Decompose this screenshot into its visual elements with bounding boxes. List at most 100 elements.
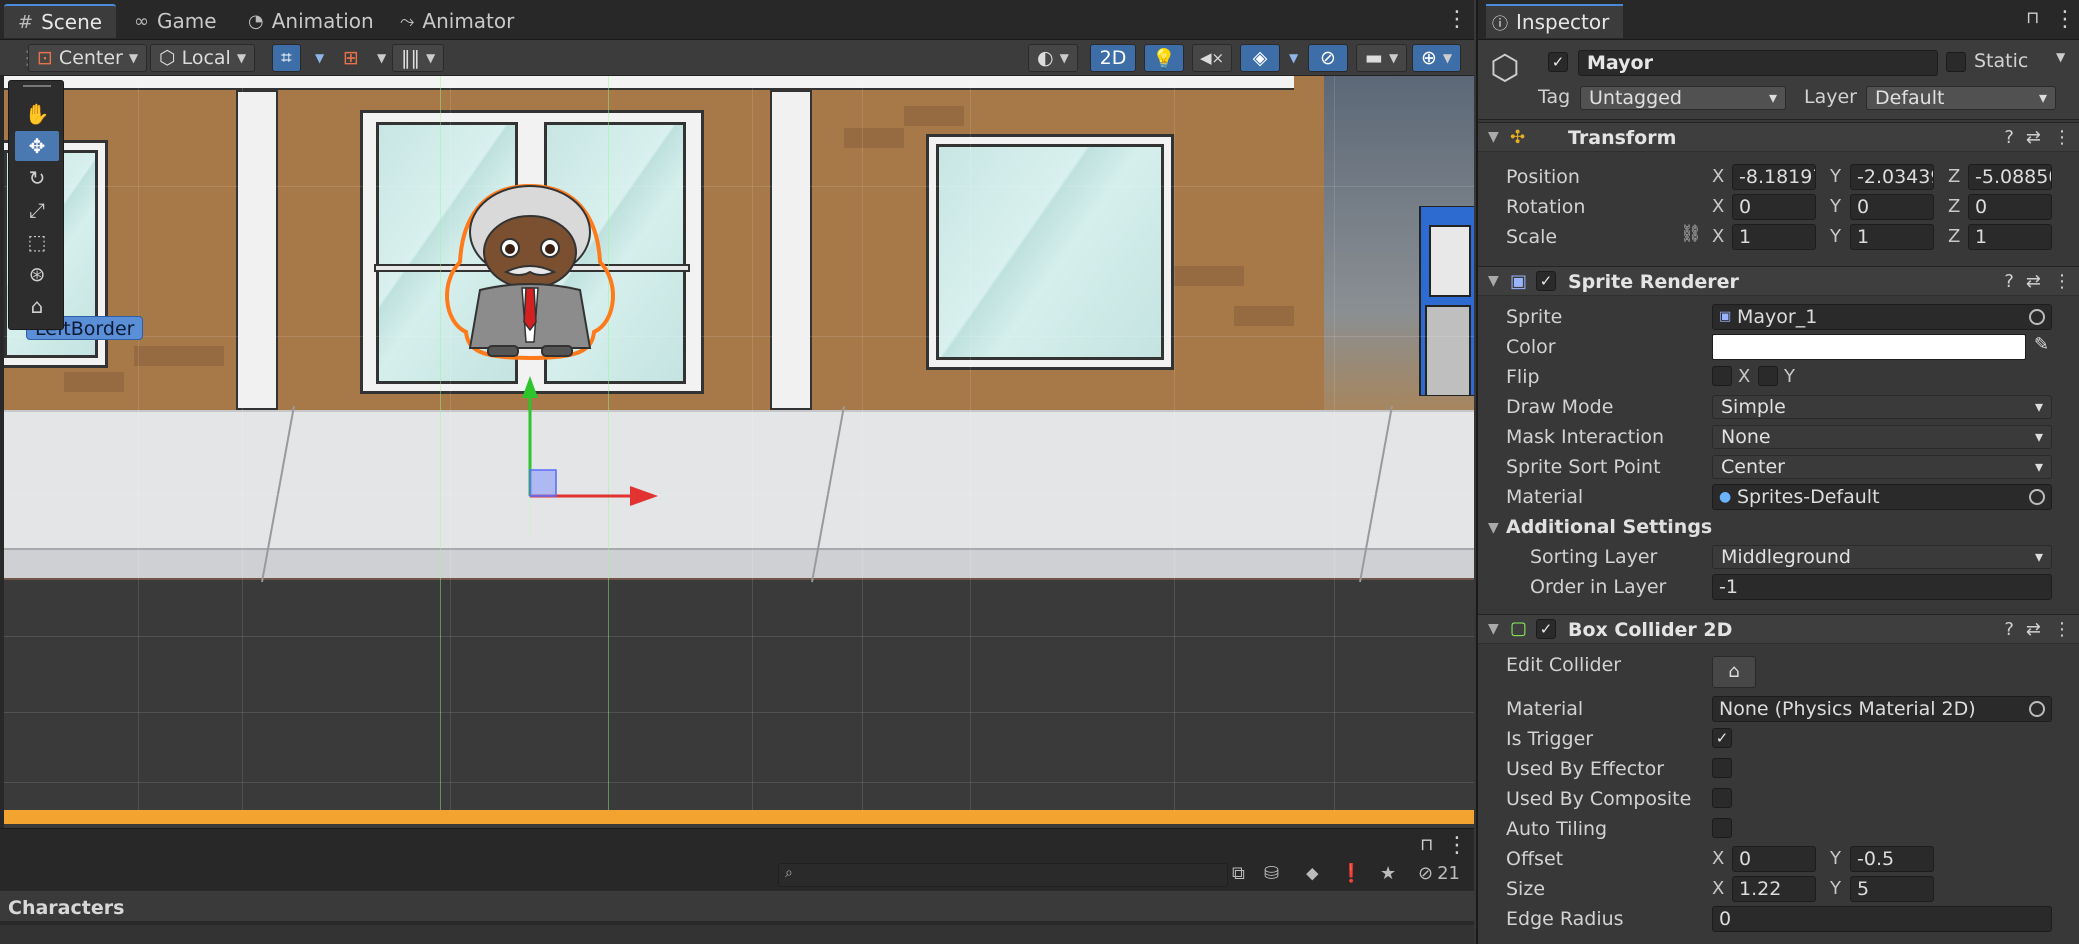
- grid-snap-dropdown[interactable]: ▼: [306, 44, 333, 72]
- physics-material-field[interactable]: None (Physics Material 2D): [1712, 696, 2052, 722]
- transform-tool-button[interactable]: ⊛: [15, 259, 59, 289]
- sprite-renderer-header[interactable]: ▼ ▣ ✓ Sprite Renderer ? ⇄ ⋮: [1478, 266, 2079, 296]
- object-picker-icon[interactable]: [2029, 701, 2045, 717]
- offset-y-field[interactable]: -0.5: [1850, 846, 1934, 872]
- used-by-composite-checkbox[interactable]: [1712, 788, 1732, 808]
- more-options-icon[interactable]: ⋮: [2053, 271, 2071, 292]
- edge-radius-field[interactable]: 0: [1712, 906, 2052, 932]
- breadcrumb-folder[interactable]: Characters: [8, 897, 124, 919]
- help-icon[interactable]: ?: [2004, 127, 2014, 148]
- audio-toggle-button[interactable]: ◀×: [1192, 44, 1232, 72]
- constrain-proportions-icon[interactable]: ⛓: [1680, 224, 1702, 244]
- color-swatch[interactable]: [1712, 334, 2026, 360]
- space-dropdown[interactable]: ⬡ Local ▼: [150, 44, 256, 72]
- offset-x-field[interactable]: 0: [1732, 846, 1816, 872]
- tab-inspector[interactable]: ⓘ Inspector: [1486, 4, 1624, 38]
- flip-y-checkbox[interactable]: [1758, 366, 1778, 386]
- is-trigger-checkbox[interactable]: ✓: [1712, 728, 1732, 748]
- more-options-icon[interactable]: ⋮: [2054, 9, 2076, 31]
- camera-settings-dropdown[interactable]: ▬ ▼: [1356, 44, 1408, 72]
- effects-dropdown[interactable]: ▼: [1280, 44, 1307, 72]
- rotation-z-field[interactable]: 0: [1968, 194, 2052, 220]
- scene-viewport[interactable]: LeftBorder: [4, 76, 1474, 828]
- mask-interaction-dropdown[interactable]: None: [1712, 425, 2052, 449]
- gizmos-dropdown[interactable]: ⊕ ▼: [1412, 44, 1462, 72]
- grid-snap-button[interactable]: ⌗: [272, 44, 301, 72]
- enabled-checkbox[interactable]: ✓: [1536, 271, 1556, 291]
- eyedropper-icon[interactable]: ✎: [2034, 334, 2049, 355]
- size-x-field[interactable]: 1.22: [1732, 876, 1816, 902]
- gameobject-cube-icon[interactable]: ⬡: [1490, 50, 1526, 86]
- grid-visibility-dropdown[interactable]: ‖‖ ▼: [392, 44, 445, 72]
- object-name-field[interactable]: Mayor: [1578, 50, 1938, 76]
- search-scope-icon[interactable]: ⧉: [1232, 863, 1245, 884]
- rotate-tool-button[interactable]: ↻: [15, 163, 59, 193]
- foldout-arrow-icon[interactable]: ▼: [1488, 520, 1499, 536]
- label-filter-icon[interactable]: ⬥: [1306, 863, 1319, 884]
- active-checkbox[interactable]: ✓: [1548, 52, 1568, 72]
- move-tool-button[interactable]: ✥: [15, 131, 59, 161]
- size-y-field[interactable]: 5: [1850, 876, 1934, 902]
- lock-icon[interactable]: ⊓: [2026, 8, 2039, 28]
- warning-filter-icon[interactable]: ❗: [1340, 863, 1362, 884]
- scale-x-field[interactable]: 1: [1732, 224, 1816, 250]
- move-gizmo[interactable]: [494, 376, 674, 536]
- preset-icon[interactable]: ⇄: [2026, 127, 2041, 148]
- tab-animator[interactable]: ⤳ Animator: [386, 4, 528, 38]
- hand-tool-button[interactable]: ✋: [15, 99, 59, 129]
- transform-header[interactable]: ▼ ✣ Transform ? ⇄ ⋮: [1478, 122, 2079, 152]
- preset-icon[interactable]: ⇄: [2026, 619, 2041, 640]
- used-by-effector-checkbox[interactable]: [1712, 758, 1732, 778]
- flip-x-checkbox[interactable]: [1712, 366, 1732, 386]
- edit-collider-button[interactable]: ⌂: [1712, 656, 1756, 688]
- more-options-icon[interactable]: ⋮: [2053, 619, 2071, 640]
- hidden-packages-toggle[interactable]: ⊘ 21: [1418, 863, 1460, 884]
- more-options-icon[interactable]: ⋮: [2053, 127, 2071, 148]
- sprite-sort-point-dropdown[interactable]: Center: [1712, 455, 2052, 479]
- draw-mode-dropdown[interactable]: Simple: [1712, 395, 2052, 419]
- tab-scene[interactable]: # Scene: [4, 4, 117, 38]
- enabled-checkbox[interactable]: ✓: [1536, 619, 1556, 639]
- order-in-layer-field[interactable]: -1: [1712, 574, 2052, 600]
- material-field[interactable]: ● Sprites-Default: [1712, 484, 2052, 510]
- sorting-layer-dropdown[interactable]: Middleground: [1712, 545, 2052, 569]
- object-picker-icon[interactable]: [2029, 309, 2045, 325]
- auto-tiling-checkbox[interactable]: [1712, 818, 1732, 838]
- lock-icon[interactable]: ⊓: [1420, 835, 1433, 855]
- sprite-field[interactable]: ▣ Mayor_1: [1712, 304, 2052, 330]
- position-z-field[interactable]: -5.088501: [1968, 164, 2052, 190]
- position-y-field[interactable]: -2.034393: [1850, 164, 1934, 190]
- effects-toggle-button[interactable]: ◈: [1240, 44, 1280, 72]
- mayor-sprite[interactable]: [440, 182, 620, 362]
- help-icon[interactable]: ?: [2004, 619, 2014, 640]
- tab-animation[interactable]: ◔ Animation: [234, 4, 388, 38]
- rect-tool-button[interactable]: ⬚: [15, 227, 59, 257]
- custom-tool-button[interactable]: ⌂: [15, 291, 59, 321]
- position-x-field[interactable]: -8.181978: [1732, 164, 1816, 190]
- tag-dropdown[interactable]: Untagged: [1580, 86, 1786, 110]
- 2d-toggle-button[interactable]: 2D: [1090, 44, 1136, 72]
- preset-icon[interactable]: ⇄: [2026, 271, 2041, 292]
- layer-dropdown[interactable]: Default: [1866, 86, 2056, 110]
- scene-visibility-button[interactable]: ⊘: [1308, 44, 1348, 72]
- scale-z-field[interactable]: 1: [1968, 224, 2052, 250]
- tab-game[interactable]: ∞ Game: [120, 4, 231, 38]
- more-options-icon[interactable]: ⋮: [1446, 9, 1468, 31]
- shading-mode-dropdown[interactable]: ◐ ▼: [1028, 44, 1078, 72]
- pivot-dropdown[interactable]: ⊡ Center ▼: [28, 44, 148, 72]
- box-collider-header[interactable]: ▼ ▢ ✓ Box Collider 2D ? ⇄ ⋮: [1478, 614, 2079, 644]
- increment-snap-button[interactable]: ⊞: [334, 44, 368, 72]
- more-options-icon[interactable]: ⋮: [1446, 835, 1468, 857]
- rotation-y-field[interactable]: 0: [1850, 194, 1934, 220]
- additional-settings-label[interactable]: Additional Settings: [1506, 516, 1712, 538]
- object-picker-icon[interactable]: [2029, 489, 2045, 505]
- filter-type-icon[interactable]: ⛁: [1264, 863, 1279, 884]
- static-checkbox[interactable]: [1946, 52, 1966, 72]
- rotation-x-field[interactable]: 0: [1732, 194, 1816, 220]
- favorites-star-icon[interactable]: ★: [1380, 863, 1396, 884]
- scale-y-field[interactable]: 1: [1850, 224, 1934, 250]
- scale-tool-button[interactable]: ⤢: [15, 195, 59, 225]
- help-icon[interactable]: ?: [2004, 271, 2014, 292]
- chevron-down-icon[interactable]: ▼: [2056, 50, 2065, 64]
- search-input[interactable]: ⌕: [778, 863, 1228, 887]
